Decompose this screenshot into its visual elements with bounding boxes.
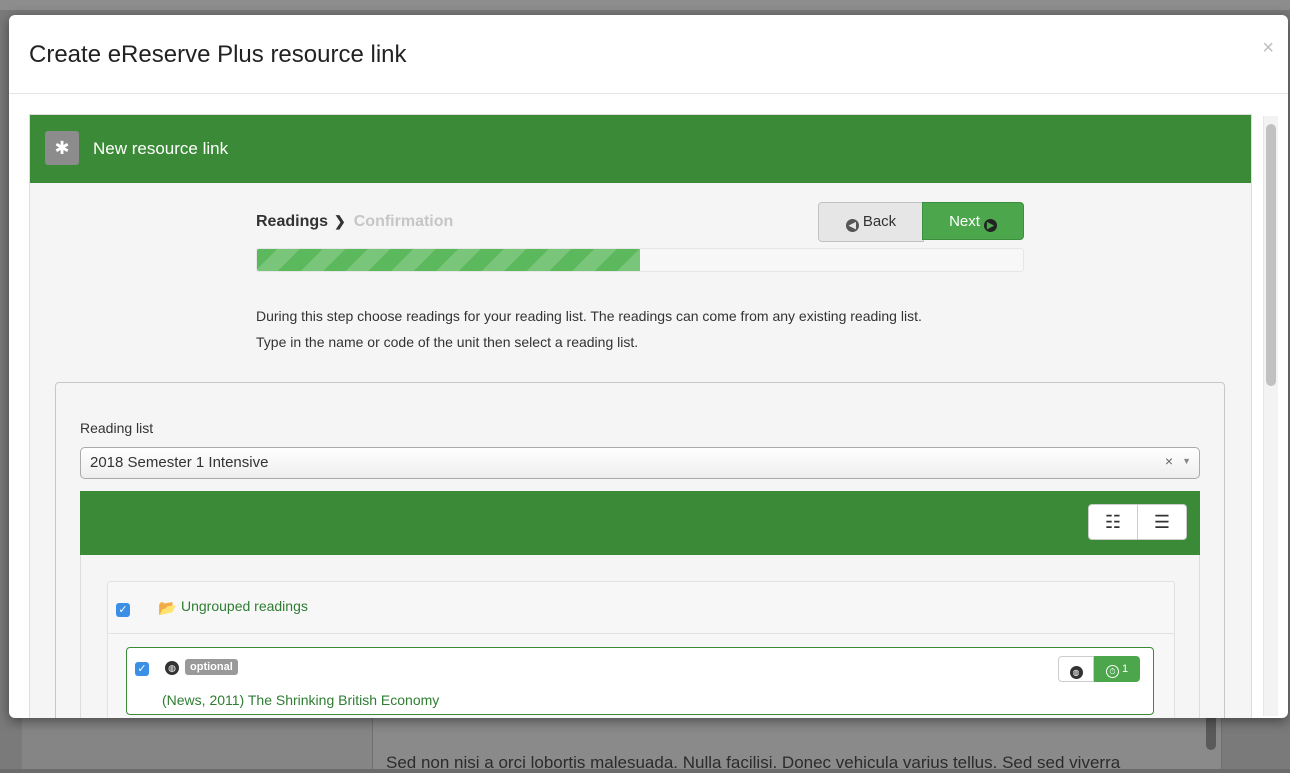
reading-title-link[interactable]: (News, 2011) The Shrinking British Econo… xyxy=(162,692,439,708)
group-label[interactable]: Ungrouped readings xyxy=(181,598,308,614)
asterisk-icon: ✱ xyxy=(45,131,79,165)
step-readings: Readings xyxy=(256,213,329,230)
history-count-button[interactable]: ⏱ 1 xyxy=(1094,656,1140,682)
instructions-line-2: Type in the name or code of the unit the… xyxy=(256,334,639,350)
clear-icon[interactable]: × xyxy=(1165,453,1173,469)
globe-icon: ◍ xyxy=(165,661,179,675)
globe-icon: ◍ xyxy=(1069,666,1083,679)
reading-list-selected-value: 2018 Semester 1 Intensive xyxy=(90,454,269,471)
progress-bar xyxy=(256,248,1024,272)
modal-title: Create eReserve Plus resource link xyxy=(29,41,407,68)
arrow-left-circle-icon: ◀ xyxy=(845,219,859,232)
reading-list-select[interactable]: 2018 Semester 1 Intensive × ▼ xyxy=(80,447,1200,479)
optional-badge: optional xyxy=(185,659,238,675)
reading-checkbox[interactable]: ✓ xyxy=(135,662,149,676)
view-toggle-group: ☷ ☰ xyxy=(1088,504,1187,540)
panel-heading: ✱ New resource link xyxy=(30,115,1251,183)
wizard-steps: Readings ❯ Confirmation xyxy=(256,213,453,231)
next-button-label: Next xyxy=(949,213,980,230)
modal-scrollbar-thumb[interactable] xyxy=(1266,124,1276,386)
back-button[interactable]: ◀ Back xyxy=(818,202,924,242)
reading-list-box: Reading list 2018 Semester 1 Intensive ×… xyxy=(55,382,1225,718)
globe-button[interactable]: ◍ xyxy=(1058,656,1094,682)
arrow-right-circle-icon: ▶ xyxy=(983,219,997,232)
close-icon[interactable]: × xyxy=(1262,37,1274,60)
group-row: ✓ 📂 Ungrouped readings xyxy=(108,582,1174,634)
readings-header: ☷ ☰ xyxy=(80,491,1200,555)
instructions: During this step choose readings for you… xyxy=(256,303,922,355)
background-text: Sed non nisi a orci lobortis malesuada. … xyxy=(386,753,1121,772)
reading-list-label: Reading list xyxy=(80,420,154,436)
reading-item: ✓ ◍ optional (News, 2011) The Shrinking … xyxy=(126,647,1154,715)
back-button-label: Back xyxy=(862,213,897,230)
modal-body: ✱ New resource link Readings ❯ Confirmatio… xyxy=(9,94,1288,718)
next-button[interactable]: Next ▶ xyxy=(922,202,1024,240)
folder-open-icon: 📂 xyxy=(158,600,177,617)
wizard-panel: ✱ New resource link Readings ❯ Confirmatio… xyxy=(29,114,1252,718)
readings-body: ✓ 📂 Ungrouped readings ✓ ◍ optional (New… xyxy=(80,555,1200,718)
modal-dialog: Create eReserve Plus resource link × ✱ N… xyxy=(9,15,1288,718)
background-top-bar xyxy=(0,0,1290,10)
instructions-line-1: During this step choose readings for you… xyxy=(256,308,922,324)
modal-header: Create eReserve Plus resource link × xyxy=(9,15,1288,94)
list-compact-icon[interactable]: ☰ xyxy=(1138,504,1187,540)
step-confirmation: Confirmation xyxy=(353,213,454,230)
chevron-right-icon: ❯ xyxy=(334,213,346,229)
reading-actions: ◍ ⏱ 1 xyxy=(1058,656,1140,682)
reading-group: ✓ 📂 Ungrouped readings ✓ ◍ optional (New… xyxy=(107,581,1175,718)
progress-fill xyxy=(257,249,640,271)
clock-icon: ⏱ xyxy=(1105,665,1119,678)
group-checkbox[interactable]: ✓ xyxy=(116,603,130,617)
chevron-down-icon[interactable]: ▼ xyxy=(1182,456,1191,466)
list-detailed-icon[interactable]: ☷ xyxy=(1088,504,1138,540)
panel-heading-title: New resource link xyxy=(93,139,229,158)
history-count: 1 xyxy=(1121,663,1129,675)
